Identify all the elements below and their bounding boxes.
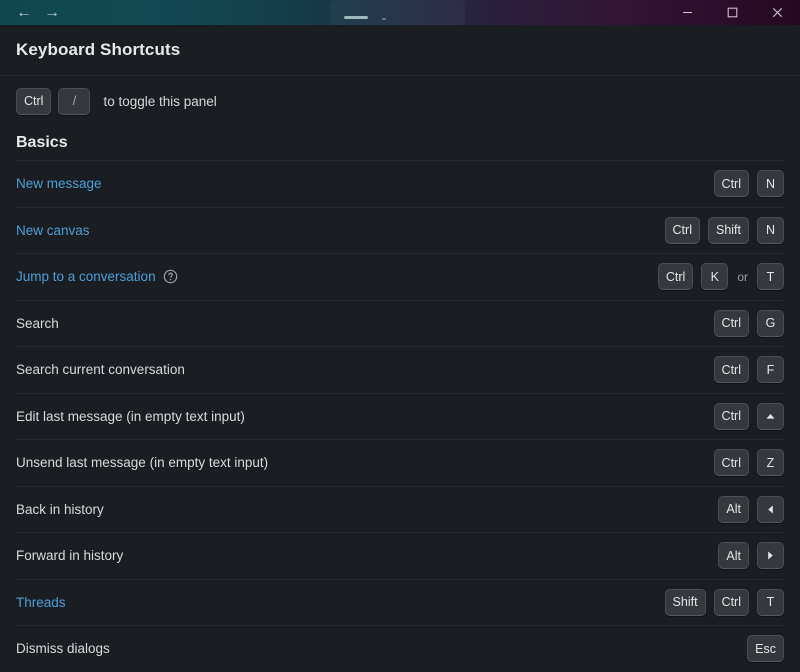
shortcut-keys: Ctrl N [713, 170, 784, 198]
shortcut-keys: Ctrl G [713, 309, 784, 337]
shortcut-label[interactable]: Jump to a conversation [16, 269, 178, 284]
shortcut-row: Threads Shift Ctrl T [16, 578, 784, 626]
kbd-ctrl: Ctrl [713, 402, 749, 430]
shortcut-row: Edit last message (in empty text input) C… [16, 392, 784, 440]
maximize-button[interactable] [710, 0, 755, 25]
shortcut-label-text: Search [16, 315, 59, 331]
section-title-basics: Basics [16, 134, 68, 151]
shortcut-label-text: Edit last message (in empty text input) [16, 408, 245, 424]
kbd-shift: Shift [664, 588, 706, 616]
page-title: Keyboard Shortcuts [16, 40, 181, 59]
shortcut-row: Dismiss dialogs Esc [16, 625, 784, 672]
window-title-bar: ← → [0, 0, 800, 25]
shortcut-row: Back in history Alt [16, 485, 784, 533]
shortcut-keys: Ctrl Shift N [664, 216, 784, 244]
shortcut-label-text: Search current conversation [16, 362, 185, 378]
kbd-alt: Alt [718, 542, 749, 570]
kbd-ctrl: Ctrl [664, 216, 700, 244]
shortcut-label[interactable]: New canvas [16, 223, 90, 238]
shortcut-keys: Ctrl Z [713, 449, 784, 477]
shortcut-list: New message Ctrl N New canvas Ctrl Shift N Jump… [0, 160, 800, 672]
key-or-separator: or [737, 269, 748, 284]
shortcut-keys: Shift Ctrl T [664, 588, 784, 616]
shortcut-label: Search current conversation [16, 362, 185, 377]
kbd-shift: Shift [707, 216, 749, 244]
close-button[interactable] [755, 0, 800, 25]
shortcut-label-text: Jump to a conversation [16, 269, 156, 285]
kbd-n: N [757, 170, 784, 198]
window-controls [665, 0, 800, 25]
shortcut-label-text: Forward in history [16, 548, 124, 564]
shortcut-label: Dismiss dialogs [16, 641, 110, 656]
kbd-k: K [701, 263, 729, 291]
kbd-arrow-up-icon [757, 402, 784, 430]
toggle-hint-text: to toggle this panel [103, 93, 217, 109]
shortcut-row: Search Ctrl G [16, 299, 784, 347]
shortcut-keys: Ctrl [713, 402, 784, 430]
shortcut-row: Search current conversation Ctrl F [16, 346, 784, 393]
shortcut-keys: Esc [747, 635, 784, 663]
back-arrow-icon[interactable]: ← [16, 4, 32, 21]
minimize-button[interactable] [665, 0, 710, 25]
navigation-arrows: ← → [0, 4, 60, 21]
panel-header: Keyboard Shortcuts [0, 25, 800, 76]
kbd-ctrl: Ctrl [713, 309, 749, 337]
shortcut-label-text: Unsend last message (in empty text input… [16, 455, 269, 471]
shortcut-label: Unsend last message (in empty text input… [16, 455, 268, 470]
shortcut-label-text: New message [16, 176, 102, 192]
shortcut-label: Edit last message (in empty text input) [16, 409, 245, 424]
shortcut-label[interactable]: Threads [16, 595, 66, 610]
kbd-ctrl: Ctrl [713, 588, 749, 616]
shortcut-row: Unsend last message (in empty text input… [16, 439, 784, 486]
kbd-z: Z [757, 449, 784, 477]
kbd-ctrl: Ctrl [713, 356, 749, 384]
shortcut-label-text: Threads [16, 594, 66, 610]
shortcut-label[interactable]: New message [16, 176, 102, 191]
chip-bar-decoration [344, 16, 368, 19]
shortcut-row: Jump to a conversation Ctrl Kor T [16, 253, 784, 300]
kbd-n: N [757, 216, 784, 244]
chip-dot-decoration [382, 18, 386, 20]
shortcut-keys: Alt [718, 495, 784, 523]
kbd-ctrl: Ctrl [713, 170, 749, 198]
kbd-esc: Esc [747, 635, 784, 663]
kbd-arrow-right-icon [757, 542, 784, 570]
shortcut-row: New message Ctrl N [16, 160, 784, 207]
kbd-alt: Alt [718, 495, 749, 523]
shortcut-keys: Alt [718, 542, 784, 570]
kbd-arrow-left-icon [757, 495, 784, 523]
shortcut-row: New canvas Ctrl Shift N [16, 206, 784, 254]
shortcut-label-text: Dismiss dialogs [16, 641, 110, 657]
kbd-t: T [757, 263, 784, 291]
kbd-f: F [757, 356, 784, 384]
kbd-ctrl-hint: Ctrl [16, 87, 52, 115]
shortcut-keys: Ctrl Kor T [657, 263, 784, 291]
kbd-ctrl: Ctrl [713, 449, 749, 477]
kbd-slash-hint: / [58, 87, 91, 115]
help-circle-icon[interactable] [163, 269, 178, 284]
titlebar-search-chip[interactable] [330, 0, 465, 25]
keyboard-shortcuts-panel: Keyboard Shortcuts Ctrl / to toggle this… [0, 25, 800, 672]
shortcut-row: Forward in history Alt [16, 532, 784, 579]
shortcut-keys: Ctrl F [713, 356, 784, 384]
shortcut-label-text: Back in history [16, 501, 104, 517]
forward-arrow-icon[interactable]: → [44, 4, 60, 21]
toggle-panel-hint: Ctrl / to toggle this panel [0, 76, 800, 126]
shortcut-label: Back in history [16, 502, 104, 517]
kbd-g: G [757, 309, 784, 337]
kbd-t: T [757, 588, 784, 616]
shortcut-label: Search [16, 316, 59, 331]
shortcut-label: Forward in history [16, 548, 123, 563]
kbd-ctrl: Ctrl [657, 263, 694, 291]
shortcut-label-text: New canvas [16, 222, 90, 238]
